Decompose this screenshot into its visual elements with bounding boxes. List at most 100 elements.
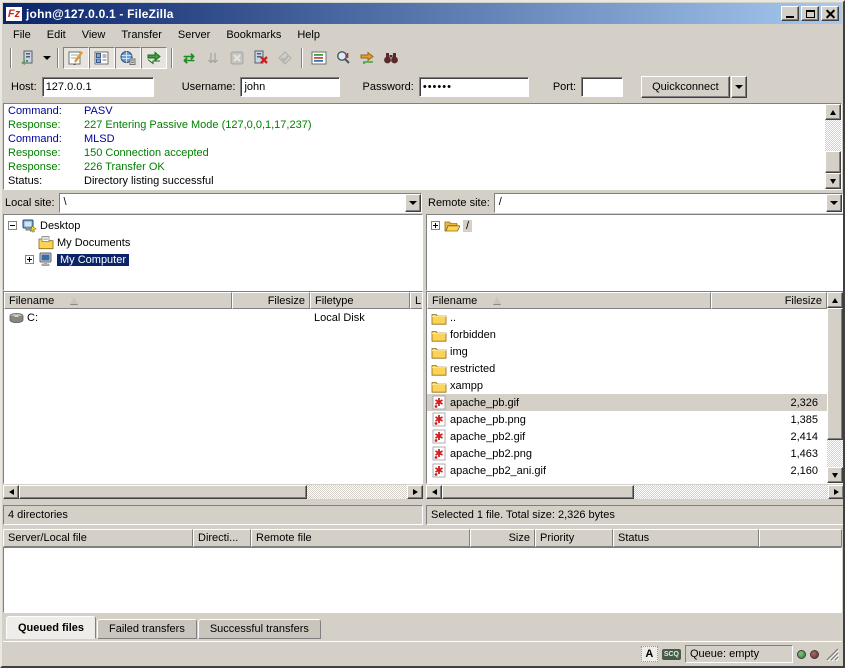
find-files-button[interactable] [379,47,403,69]
tree-item-root[interactable]: / [428,217,842,234]
menu-view[interactable]: View [74,27,114,43]
remote-file-row[interactable]: apache_pb.png 1,385 [427,411,843,428]
combo-dropdown-button[interactable] [826,194,842,212]
scroll-up-button[interactable] [827,292,843,308]
cancel-operation-button[interactable] [225,47,249,69]
column-header-size[interactable]: Size [470,529,535,547]
column-header-server-local-file[interactable]: Server/Local file [3,529,193,547]
resize-grip-icon[interactable] [826,648,839,661]
menu-edit[interactable]: Edit [39,27,74,43]
scroll-left-button[interactable] [3,485,19,499]
column-header-direction[interactable]: Directi... [193,529,251,547]
local-hscrollbar[interactable] [3,485,423,499]
remote-vscrollbar[interactable] [827,292,843,483]
remote-file-row-selected[interactable]: apache_pb.gif 2,326 [427,394,843,411]
toggle-queue-button[interactable] [141,47,167,69]
scroll-down-button[interactable] [827,467,843,483]
collapse-box[interactable] [8,221,17,230]
menu-server[interactable]: Server [170,27,218,43]
scrollbar-thumb[interactable] [825,151,841,173]
port-input[interactable] [581,77,623,97]
filter-button[interactable] [307,47,331,69]
column-header-lastmodified[interactable]: L [410,292,423,309]
remote-site-combo[interactable]: / [494,193,843,213]
site-manager-button[interactable] [16,47,40,69]
compare-button[interactable] [331,47,355,69]
sync-browsing-button[interactable] [355,47,379,69]
remote-file-row[interactable]: apache_pb2_ani.gif 2,160 [427,462,843,479]
combo-dropdown-button[interactable] [405,194,421,212]
tab-failed-transfers[interactable]: Failed transfers [97,619,197,639]
speed-limits-icon[interactable]: SCQ [662,649,681,660]
remote-file-row[interactable]: img [427,343,843,360]
tree-item-my-documents[interactable]: My Documents [5,234,421,251]
remote-file-row[interactable]: forbidden [427,326,843,343]
maximize-button[interactable] [801,6,819,21]
remote-file-row[interactable]: xampp [427,377,843,394]
tab-queued-files[interactable]: Queued files [6,616,96,639]
remote-file-row[interactable]: restricted [427,360,843,377]
column-header-filesize[interactable]: Filesize [711,292,827,309]
toolbar-separator [57,48,59,68]
remote-site-row: Remote site: / [426,192,844,213]
username-input[interactable] [240,77,340,97]
expand-box[interactable] [25,255,34,264]
scroll-right-button[interactable] [407,485,423,499]
menu-file[interactable]: File [5,27,39,43]
sync-browsing-icon [359,50,375,66]
menu-transfer[interactable]: Transfer [113,27,170,43]
column-header-remote-file[interactable]: Remote file [251,529,470,547]
tab-successful-transfers[interactable]: Successful transfers [198,619,321,639]
tree-item-desktop[interactable]: Desktop [5,217,421,234]
remote-tree: / [426,214,844,291]
local-site-value[interactable]: \ [60,194,405,212]
remote-file-row[interactable]: apache_pb2.gif 2,414 [427,428,843,445]
remote-file-row[interactable]: apache_pb2.png 1,463 [427,445,843,462]
scroll-down-button[interactable] [825,173,841,189]
toggle-remote-tree-button[interactable] [115,47,141,69]
quickconnect-dropdown[interactable] [731,76,747,98]
column-header-filesize[interactable]: Filesize [232,292,310,309]
tree-item-my-computer[interactable]: My Computer [5,251,421,268]
reconnect-button[interactable] [273,47,297,69]
log-scrollbar[interactable] [825,104,841,189]
queue-tabs: Queued files Failed transfers Successful… [3,614,842,639]
quickconnect-button[interactable]: Quickconnect [641,76,730,98]
expand-box[interactable] [431,221,440,230]
column-header-priority[interactable]: Priority [535,529,613,547]
column-header-status[interactable]: Status [613,529,759,547]
password-label: Password: [362,81,413,93]
local-site-combo[interactable]: \ [59,193,422,213]
toggle-log-button[interactable] [63,47,89,69]
scrollbar-thumb[interactable] [827,308,843,440]
close-button[interactable] [821,6,839,21]
log-line: Response:226 Transfer OK [8,161,837,175]
scroll-up-button[interactable] [825,104,841,120]
minimize-button[interactable] [781,6,799,21]
menu-help[interactable]: Help [289,27,328,43]
scroll-right-button[interactable] [828,485,844,499]
remote-site-value[interactable]: / [495,194,826,212]
remote-file-row[interactable]: .. [427,309,843,326]
menu-bookmarks[interactable]: Bookmarks [218,27,289,43]
queue-list[interactable] [3,547,842,613]
refresh-button[interactable]: ⇄ [177,47,201,69]
toolbar-separator [171,48,173,68]
site-manager-dropdown[interactable] [40,47,53,69]
scroll-left-button[interactable] [426,485,442,499]
column-header-filetype[interactable]: Filetype [310,292,410,309]
toggle-local-tree-button[interactable] [89,47,115,69]
process-queue-button[interactable]: ⇊ [201,47,225,69]
scrollbar-thumb[interactable] [19,485,307,499]
remote-hscrollbar[interactable] [426,485,844,499]
local-file-row[interactable]: C: Local Disk [4,309,422,326]
column-header-filename[interactable]: Filename [4,292,232,309]
host-input[interactable] [42,77,154,97]
transfer-type-icon[interactable]: A [641,646,658,662]
title-bar[interactable]: Fz john@127.0.0.1 - FileZilla [3,3,842,24]
password-input[interactable] [419,77,529,97]
scrollbar-thumb[interactable] [442,485,634,499]
disconnect-button[interactable] [249,47,273,69]
column-header-filename[interactable]: Filename [427,292,711,309]
remote-status-text: Selected 1 file. Total size: 2,326 bytes [426,505,844,525]
